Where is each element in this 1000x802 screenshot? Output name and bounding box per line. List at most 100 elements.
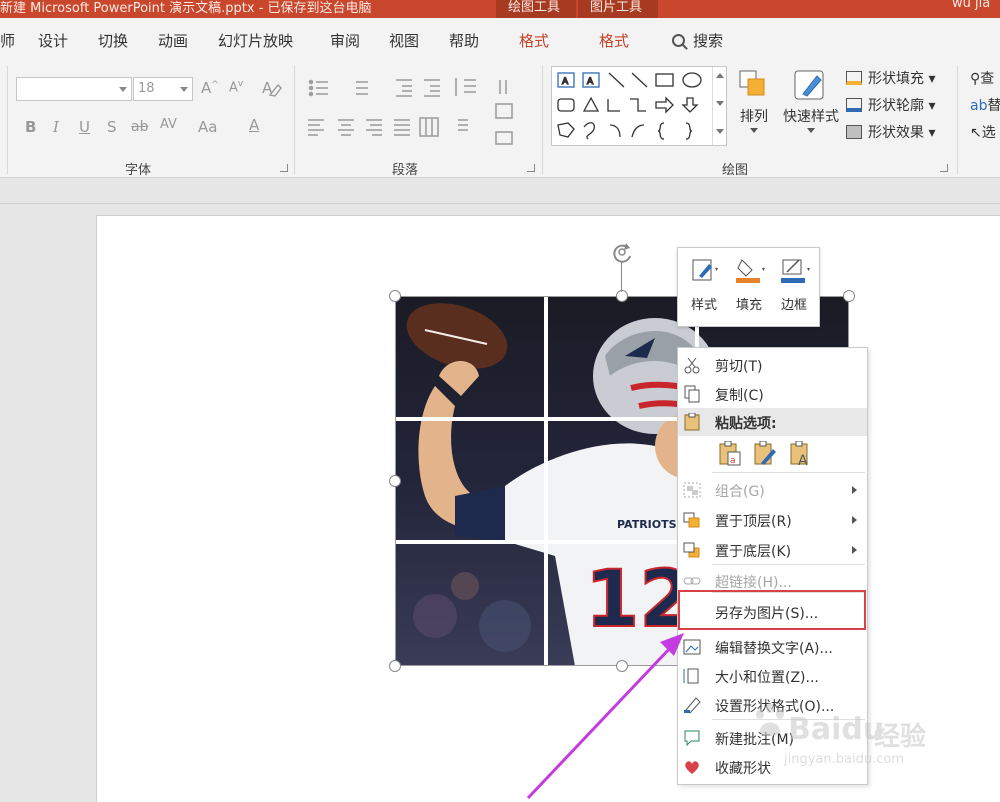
paste-picture-icon[interactable] [753,441,777,467]
italic-button[interactable]: I [53,118,59,136]
replace-icon: ab [970,98,988,114]
arrange-icon [739,70,765,96]
find-button[interactable]: ⚲查 [970,68,994,88]
shrink-font-button[interactable]: Av [229,79,243,95]
pen-icon [846,98,862,112]
user-name[interactable]: wu jia [952,0,990,11]
group-label-drawing: 绘图 [722,163,749,178]
quick-styles-icon [794,70,824,100]
paste-text-only-icon[interactable]: A [789,441,813,467]
format-shape-icon [684,697,701,714]
tab-review[interactable]: 审阅 [330,30,360,51]
tab-format-picture[interactable]: 格式 [599,30,629,51]
underline-button[interactable]: U [79,118,90,136]
paw-logo-icon [756,703,784,736]
mini-style-button[interactable]: 样式 [684,254,724,313]
menu-item-group: 组合(G) [678,476,867,504]
drawing-dialog-launcher-icon[interactable] [940,164,948,172]
resize-handle-top-left[interactable] [389,290,401,302]
ribbon: 18 A^ Av A B I U S ab AV Aa A 字体 段落 A A … [0,60,1000,178]
shapes-gallery-icons[interactable]: A A [554,69,726,145]
ribbon-tabs: 师 设计 切换 动画 幻灯片放映 审阅 视图 帮助 格式 格式 搜索 [0,18,1000,60]
style-icon [684,254,724,288]
tab-format-drawing[interactable]: 格式 [519,30,549,51]
bring-to-front-icon [683,512,700,528]
tab-slideshow[interactable]: 幻灯片放映 [218,30,293,51]
scissors-icon [684,357,700,374]
menu-item-edit-alt-text[interactable]: 编辑替换文字(A)... [678,633,867,661]
search-icon: ⚲ [970,71,981,87]
select-button[interactable]: ↖选 [970,122,996,142]
strikethrough-button[interactable]: ab [131,119,148,135]
annotation-highlight-box [678,590,866,630]
replace-button[interactable]: ab替 [970,95,1000,115]
chevron-right-icon [852,516,857,524]
heart-icon [685,761,699,774]
bold-button[interactable]: B [25,118,36,136]
size-position-icon [683,668,699,684]
resize-handle-bottom[interactable] [616,660,628,672]
menu-item-copy[interactable]: 复制(C) [678,380,867,408]
tab-transitions[interactable]: 切换 [98,30,128,51]
mini-fill-button[interactable]: 填充 [729,254,769,313]
font-color-button[interactable]: A [249,116,259,134]
paint-bucket-icon [729,254,769,288]
paragraph-tools[interactable] [304,74,544,158]
paint-bucket-icon [846,71,862,85]
menu-section-paste-options: 粘贴选项: [678,408,867,436]
menu-item-cut[interactable]: 剪切(T) [678,351,867,379]
group-icon [683,482,701,498]
shape-outline-button[interactable]: 形状轮廓 ▾ [846,95,935,115]
tab-design-partial[interactable]: 师 [0,30,15,51]
arrange-button[interactable]: 排列 [733,68,775,133]
tell-me-search[interactable]: 搜索 [672,30,723,51]
clear-format-icon[interactable]: A [260,77,282,103]
svg-text:A: A [587,77,594,87]
pen-icon [774,254,814,288]
grow-font-button[interactable]: A^ [201,79,219,97]
font-size-combo[interactable]: 18 [133,77,193,101]
menu-item-bring-to-front[interactable]: 置于顶层(R) [678,506,867,534]
title-bar: 新建 Microsoft PowerPoint 演示文稿.pptx - 已保存到… [0,0,1000,18]
font-name-combo[interactable] [16,77,132,101]
rotate-handle-icon[interactable] [608,240,636,264]
tab-animations[interactable]: 动画 [158,30,188,51]
svg-text:A: A [562,77,569,87]
char-spacing-button[interactable]: AV [160,117,177,132]
paragraph-dialog-launcher-icon[interactable] [527,164,535,172]
shapes-gallery[interactable]: A A [551,66,727,146]
link-icon [683,577,701,585]
send-to-back-icon [683,542,700,558]
mini-border-button[interactable]: 边框 [774,254,814,313]
baidu-watermark: Baidu 经验 jingyan.baidu.com [752,692,952,778]
resize-handle-bottom-left[interactable] [389,660,401,672]
menu-item-send-to-back[interactable]: 置于底层(K) [678,536,867,564]
cursor-icon: ↖ [970,125,982,141]
quick-styles-button[interactable]: 快速样式 [778,68,844,133]
resize-handle-top-right[interactable] [843,290,855,302]
group-label-paragraph: 段落 [392,163,419,178]
comment-icon [684,730,700,747]
chevron-right-icon [852,546,857,554]
change-case-button[interactable]: Aa [198,118,217,136]
paste-keep-format-icon[interactable]: a [718,441,742,467]
copy-icon [684,385,700,403]
shape-effects-icon [846,125,862,139]
resize-handle-left[interactable] [389,475,401,487]
shadow-button[interactable]: S [107,118,117,136]
mini-toolbar: 样式 填充 边框 [677,247,820,327]
tab-design[interactable]: 设计 [38,30,68,51]
shape-effects-button[interactable]: 形状效果 ▾ [846,122,935,142]
resize-handle-top[interactable] [616,290,628,302]
group-label-font: 字体 [125,163,152,178]
tab-help[interactable]: 帮助 [449,30,479,51]
menu-item-size-position[interactable]: 大小和位置(Z)... [678,662,867,690]
shape-fill-button[interactable]: 形状填充 ▾ [846,68,935,88]
context-tab-picture-tools: 图片工具 [578,0,658,18]
tab-view[interactable]: 视图 [389,30,419,51]
font-dialog-launcher-icon[interactable] [280,164,288,172]
chevron-down-icon [119,87,127,92]
svg-text:a: a [730,456,736,466]
svg-text:A: A [798,453,808,467]
chevron-right-icon [852,486,857,494]
